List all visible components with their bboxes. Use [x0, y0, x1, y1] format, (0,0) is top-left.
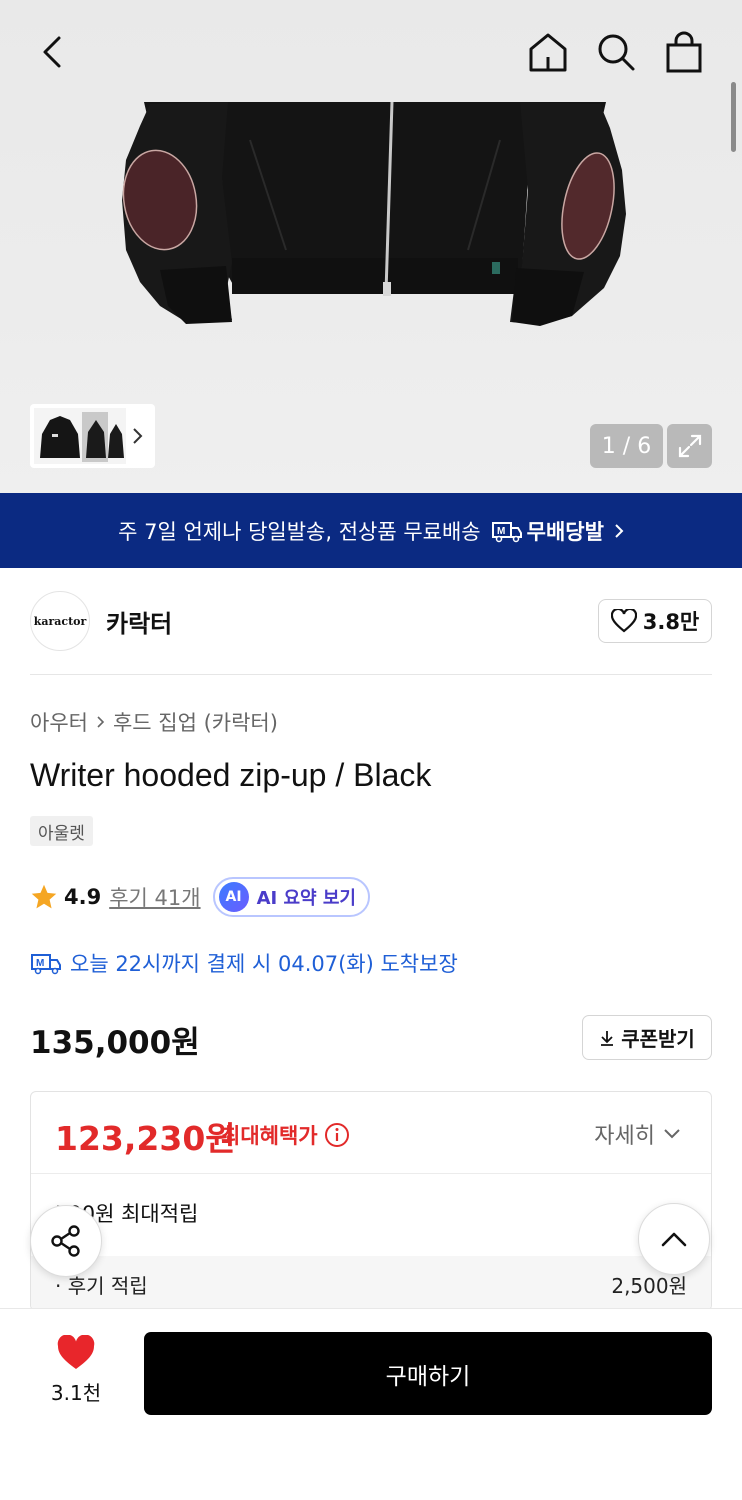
banner-text: 주 7일 언제나 당일발송, 전상품 무료배송 [118, 519, 481, 544]
star-icon [31, 884, 57, 909]
breadcrumb-item-outer[interactable]: 아우터 [30, 707, 88, 737]
heart-filled-icon [57, 1335, 95, 1369]
chevron-right-icon [97, 716, 105, 728]
rating-row: 4.9 후기 41개 AI AI 요약 보기 [30, 876, 370, 918]
image-counter: 1 / 6 [590, 424, 663, 468]
product-image-gallery[interactable]: 1 / 6 [0, 0, 742, 493]
info-icon[interactable] [324, 1122, 350, 1148]
share-icon [51, 1225, 80, 1257]
search-button[interactable] [588, 24, 644, 80]
ai-icon: AI [218, 882, 249, 912]
top-navigation-bar [0, 0, 742, 104]
wishlist-count: 3.1천 [50, 1381, 102, 1405]
back-button[interactable] [24, 24, 80, 80]
chevron-up-icon [661, 1232, 687, 1247]
max-benefit-row: 123,230원 최대혜택가 자세히 [31, 1092, 711, 1174]
ai-summary-label: AI 요약 보기 [256, 888, 356, 909]
home-icon [529, 33, 567, 72]
heart-outline-icon [610, 609, 637, 633]
truck-m-icon: M [491, 521, 522, 542]
breadcrumb: 아우터 후드 집업 (카락터) [30, 707, 278, 737]
truck-m-icon: M [31, 954, 61, 975]
review-link[interactable]: 후기 41개 [109, 882, 200, 912]
benefit-box: 123,230원 최대혜택가 자세히 500원 최대적립 · 후기 적립 2,5… [30, 1091, 712, 1311]
free-delivery-badge: M 무배당발 [491, 516, 604, 546]
chevron-down-icon [664, 1129, 680, 1139]
chevron-right-icon [133, 428, 143, 444]
badge-label: 무배당발 [526, 519, 604, 544]
bottom-action-bar: 3.1천 구매하기 [0, 1308, 742, 1500]
brand-logo-text: karactor [33, 614, 87, 628]
scrollbar[interactable] [731, 82, 736, 152]
points-list: · 후기 적립 2,500원 [31, 1256, 711, 1310]
shipping-banner[interactable]: 주 7일 언제나 당일발송, 전상품 무료배송 M 무배당발 [0, 493, 742, 568]
divider [30, 674, 712, 675]
shopping-bag-icon [666, 31, 702, 73]
buy-button[interactable]: 구매하기 [144, 1332, 712, 1415]
details-label: 자세히 [594, 1124, 655, 1149]
product-title: Writer hooded zip-up / Black [30, 757, 432, 793]
wishlist-button[interactable]: 3.1천 [30, 1335, 122, 1406]
delivery-text: 오늘 22시까지 결제 시 04.07(화) 도착보장 [70, 952, 458, 976]
delivery-guarantee: M 오늘 22시까지 결제 시 04.07(화) 도착보장 [30, 948, 458, 978]
coupon-button[interactable]: 쿠폰받기 [582, 1015, 712, 1060]
share-button[interactable] [30, 1205, 102, 1277]
scroll-top-button[interactable] [638, 1203, 710, 1275]
cart-button[interactable] [656, 24, 712, 80]
brand-row[interactable]: karactor 카락터 3.8만 [30, 590, 712, 652]
coupon-label: 쿠폰받기 [621, 1027, 695, 1051]
thumbnail-strip[interactable] [30, 404, 155, 468]
chevron-right-icon [615, 523, 624, 538]
fullscreen-button[interactable] [667, 424, 712, 468]
rating-score: 4.9 [64, 885, 102, 909]
home-button[interactable] [520, 24, 576, 80]
details-toggle[interactable]: 자세히 [594, 1118, 681, 1150]
brand-name[interactable]: 카락터 [106, 604, 172, 639]
outlet-tag: 아울렛 [30, 816, 93, 846]
brand-logo[interactable]: karactor [30, 591, 90, 651]
max-benefit-price: 123,230원 [55, 1119, 236, 1158]
expand-icon [678, 434, 701, 458]
max-benefit-label: 최대혜택가 [221, 1120, 350, 1150]
brand-like-count: 3.8만 [642, 610, 700, 634]
chevron-left-icon [43, 36, 61, 68]
download-icon [601, 1030, 614, 1046]
original-price: 135,000원 [30, 1025, 200, 1061]
max-benefit-label-text: 최대혜택가 [221, 1124, 318, 1148]
thumbnail-image[interactable] [34, 408, 126, 464]
svg-text:M: M [36, 958, 44, 969]
brand-like-button[interactable]: 3.8만 [598, 599, 712, 643]
search-icon [598, 34, 635, 71]
svg-text:M: M [497, 526, 505, 537]
ai-summary-button[interactable]: AI AI 요약 보기 [212, 877, 370, 917]
breadcrumb-item-category[interactable]: 후드 집업 (카락터) [113, 707, 278, 737]
